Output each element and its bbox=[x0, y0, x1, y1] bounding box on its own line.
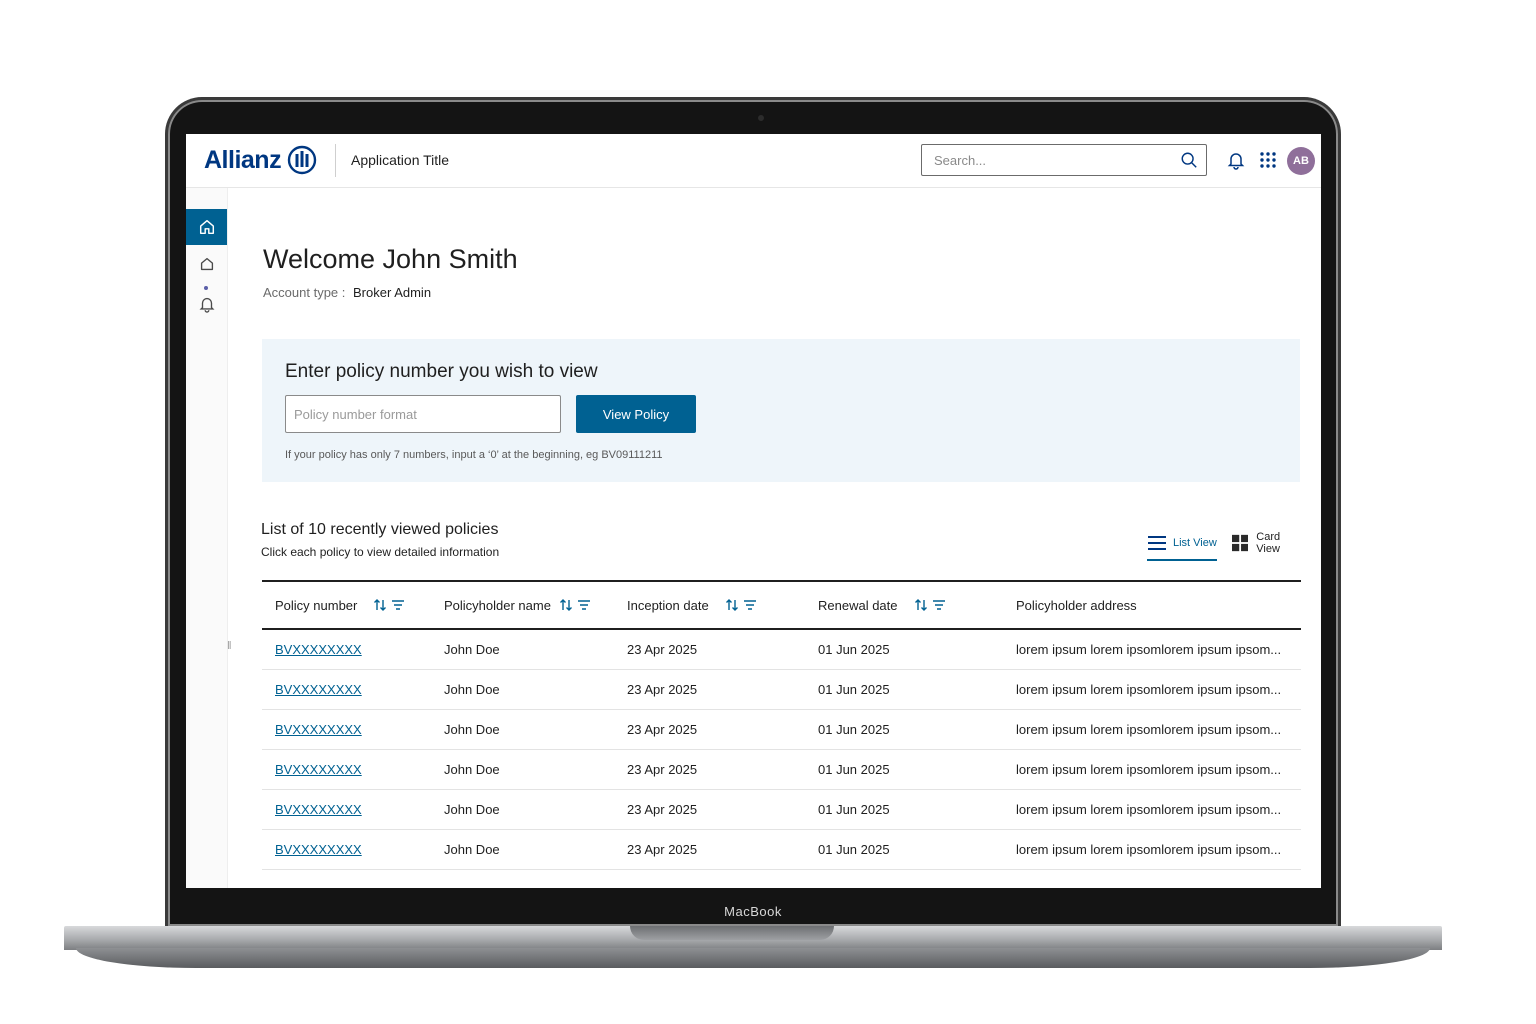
app-title: Application Title bbox=[351, 152, 450, 168]
avatar[interactable]: AB bbox=[1287, 147, 1315, 175]
policy-number-link[interactable]: BVXXXXXXXX bbox=[275, 682, 362, 697]
column-header-policyholder-name[interactable]: Policyholder name bbox=[444, 581, 627, 630]
page-title: Welcome John Smith bbox=[263, 244, 518, 274]
account-type: Account type : Broker Admin bbox=[263, 285, 431, 300]
sidebar-resize-handle[interactable]: ‖ bbox=[227, 640, 232, 652]
renewal-date-cell: 01 Jun 2025 bbox=[818, 789, 1016, 830]
column-label: Policyholder address bbox=[1016, 597, 1137, 613]
column-header-policy-number[interactable]: Policy number bbox=[262, 581, 444, 630]
renewal-date-cell: 01 Jun 2025 bbox=[818, 749, 1016, 790]
policies-table: Policy number Policyholder name Inceptio… bbox=[262, 580, 1301, 870]
allianz-eagle-icon bbox=[287, 145, 317, 175]
search-box[interactable] bbox=[921, 144, 1207, 176]
table-row[interactable]: BVXXXXXXXX John Doe 23 Apr 2025 01 Jun 2… bbox=[262, 829, 1301, 870]
filter-icon[interactable] bbox=[391, 598, 405, 612]
policy-lookup-heading: Enter policy number you wish to view bbox=[285, 361, 598, 382]
renewal-date-cell: 01 Jun 2025 bbox=[818, 829, 1016, 870]
account-type-label: Account type : bbox=[263, 285, 346, 300]
filter-icon[interactable] bbox=[743, 598, 757, 612]
search-icon[interactable] bbox=[1180, 151, 1198, 169]
policy-number-link[interactable]: BVXXXXXXXX bbox=[275, 802, 362, 817]
policyholder-name-cell: John Doe bbox=[444, 669, 627, 710]
column-label: Policy number bbox=[275, 597, 358, 613]
renewal-date-cell: 01 Jun 2025 bbox=[818, 669, 1016, 710]
filter-icon[interactable] bbox=[932, 598, 946, 612]
address-cell: lorem ipsum lorem ipsomlorem ipsum ipsom… bbox=[1016, 829, 1301, 870]
column-label: Inception date bbox=[627, 597, 709, 613]
card-view-toggle[interactable]: Card View bbox=[1232, 528, 1302, 558]
filter-icon[interactable] bbox=[577, 598, 591, 612]
top-bar: Allianz Application Title Search... AB bbox=[186, 134, 1321, 188]
card-view-label: Card View bbox=[1256, 531, 1281, 555]
screen: Allianz Application Title Search... AB ‖… bbox=[186, 134, 1321, 888]
address-cell: lorem ipsum lorem ipsomlorem ipsum ipsom… bbox=[1016, 629, 1301, 670]
policy-hint: If your policy has only 7 numbers, input… bbox=[285, 449, 663, 461]
inception-date-cell: 23 Apr 2025 bbox=[627, 629, 818, 670]
account-type-value: Broker Admin bbox=[353, 285, 432, 300]
camera bbox=[758, 115, 764, 121]
table-row[interactable]: BVXXXXXXXX John Doe 23 Apr 2025 01 Jun 2… bbox=[262, 789, 1301, 830]
column-header-inception-date[interactable]: Inception date bbox=[627, 581, 818, 630]
sidebar-item-home[interactable] bbox=[186, 209, 227, 245]
renewal-date-cell: 01 Jun 2025 bbox=[818, 629, 1016, 670]
apps-grid-icon[interactable] bbox=[1258, 150, 1278, 170]
inception-date-cell: 23 Apr 2025 bbox=[627, 789, 818, 830]
table-row[interactable]: BVXXXXXXXX John Doe 23 Apr 2025 01 Jun 2… bbox=[262, 709, 1301, 750]
policy-number-link[interactable]: BVXXXXXXXX bbox=[275, 722, 362, 737]
grid-icon bbox=[1232, 534, 1249, 552]
home-outline-icon bbox=[200, 257, 213, 271]
bell-icon[interactable] bbox=[1226, 150, 1246, 170]
logo-text: Allianz bbox=[204, 145, 282, 174]
laptop-notch bbox=[630, 926, 834, 940]
home-icon bbox=[199, 219, 214, 235]
table-row[interactable]: BVXXXXXXXX John Doe 23 Apr 2025 01 Jun 2… bbox=[262, 629, 1301, 670]
header-divider bbox=[335, 144, 336, 177]
policy-number-link[interactable]: BVXXXXXXXX bbox=[275, 762, 362, 777]
address-cell: lorem ipsum lorem ipsomlorem ipsum ipsom… bbox=[1016, 749, 1301, 790]
inception-date-cell: 23 Apr 2025 bbox=[627, 749, 818, 790]
list-icon bbox=[1148, 536, 1166, 550]
list-view-toggle[interactable]: List View bbox=[1147, 528, 1217, 561]
policyholder-name-cell: John Doe bbox=[444, 749, 627, 790]
laptop-base-bottom bbox=[76, 948, 1430, 968]
bell-icon bbox=[199, 297, 214, 313]
policy-number-link[interactable]: BVXXXXXXXX bbox=[275, 842, 362, 857]
search-input[interactable] bbox=[922, 145, 1180, 175]
policyholder-name-cell: John Doe bbox=[444, 629, 627, 670]
address-cell: lorem ipsum lorem ipsomlorem ipsum ipsom… bbox=[1016, 789, 1301, 830]
policyholder-name-cell: John Doe bbox=[444, 789, 627, 830]
allianz-logo[interactable]: Allianz bbox=[204, 144, 317, 176]
column-label: Renewal date bbox=[818, 597, 898, 613]
device-label: MacBook bbox=[724, 904, 782, 919]
policy-lookup-panel: Enter policy number you wish to view Vie… bbox=[262, 339, 1300, 482]
table-row[interactable]: BVXXXXXXXX John Doe 23 Apr 2025 01 Jun 2… bbox=[262, 669, 1301, 710]
policy-number-link[interactable]: BVXXXXXXXX bbox=[275, 642, 362, 657]
policyholder-name-cell: John Doe bbox=[444, 709, 627, 750]
inception-date-cell: 23 Apr 2025 bbox=[627, 709, 818, 750]
table-row[interactable]: BVXXXXXXXX John Doe 23 Apr 2025 01 Jun 2… bbox=[262, 749, 1301, 790]
table-header-row: Policy number Policyholder name Inceptio… bbox=[262, 581, 1301, 630]
sort-icon[interactable] bbox=[725, 598, 739, 612]
inception-date-cell: 23 Apr 2025 bbox=[627, 829, 818, 870]
sidebar bbox=[186, 188, 228, 888]
list-view-label: List View bbox=[1173, 537, 1217, 549]
policy-number-input[interactable] bbox=[285, 395, 561, 433]
sort-icon[interactable] bbox=[373, 598, 387, 612]
sort-icon[interactable] bbox=[914, 598, 928, 612]
recent-policies-subtitle: Click each policy to view detailed infor… bbox=[261, 545, 500, 559]
address-cell: lorem ipsum lorem ipsomlorem ipsum ipsom… bbox=[1016, 709, 1301, 750]
policyholder-name-cell: John Doe bbox=[444, 829, 627, 870]
sort-icon[interactable] bbox=[559, 598, 573, 612]
recent-policies-title: List of 10 recently viewed policies bbox=[261, 521, 499, 538]
inception-date-cell: 23 Apr 2025 bbox=[627, 669, 818, 710]
address-cell: lorem ipsum lorem ipsomlorem ipsum ipsom… bbox=[1016, 669, 1301, 710]
column-label: Policyholder name bbox=[444, 597, 551, 613]
column-header-renewal-date[interactable]: Renewal date bbox=[818, 581, 1016, 630]
sidebar-item-home-2[interactable] bbox=[186, 246, 227, 282]
renewal-date-cell: 01 Jun 2025 bbox=[818, 709, 1016, 750]
sidebar-item-notifications[interactable] bbox=[186, 286, 227, 322]
column-header-policyholder-address: Policyholder address bbox=[1016, 581, 1301, 630]
view-policy-button[interactable]: View Policy bbox=[576, 395, 696, 433]
